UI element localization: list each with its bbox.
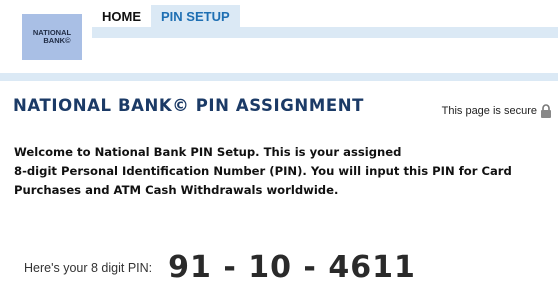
lock-icon [541,104,551,118]
top-nav: HOME PIN SETUP [92,5,240,27]
secure-indicator: This page is secure [442,104,552,118]
pin-value: 91 - 10 - 4611 [168,250,416,285]
welcome-message: Welcome to National Bank PIN Setup. This… [14,143,554,200]
welcome-line-2: 8-digit Personal Identification Number (… [14,164,512,178]
nav-tab-pin-setup[interactable]: PIN SETUP [151,5,240,27]
welcome-line-3: Purchases and ATM Cash Withdrawals world… [14,183,339,197]
nav-tab-home[interactable]: HOME [92,5,151,27]
logo-line-2: BANK© [43,36,71,45]
secure-text: This page is secure [441,105,537,117]
header-divider [0,73,558,81]
bank-logo[interactable]: NATIONAL BANK© [22,14,82,60]
nav-subbar [92,27,558,38]
welcome-line-1: Welcome to National Bank PIN Setup. This… [14,145,402,159]
pin-display: Here's your 8 digit PIN: 91 - 10 - 4611 [24,250,416,285]
pin-label: Here's your 8 digit PIN: [24,260,153,275]
page-title: NATIONAL BANK© PIN ASSIGNMENT [13,96,364,115]
